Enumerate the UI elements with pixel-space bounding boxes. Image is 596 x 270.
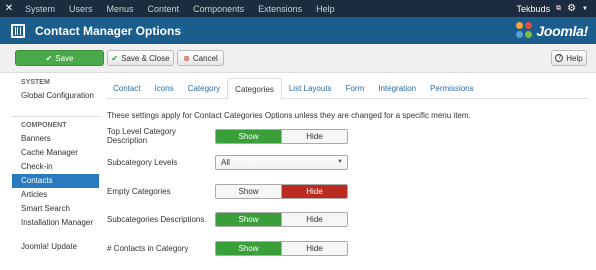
menu-users[interactable]: Users bbox=[62, 4, 100, 14]
tab-categories[interactable]: Categories bbox=[227, 78, 282, 100]
field-label: Subcategories Descriptions bbox=[107, 214, 205, 224]
sidebar-item-contacts[interactable]: Contacts bbox=[12, 174, 99, 188]
field-label: Empty Categories bbox=[107, 186, 171, 196]
save-close-button[interactable]: ✔ Save & Close bbox=[107, 50, 174, 66]
sidebar: SYSTEM Global Configuration COMPONENT Ba… bbox=[12, 77, 99, 254]
save-label: Save bbox=[55, 53, 74, 63]
select-value: All bbox=[221, 157, 230, 167]
hide-option[interactable]: Hide bbox=[281, 129, 347, 143]
sidebar-item-installation-manager[interactable]: Installation Manager bbox=[12, 216, 99, 240]
show-hide-toggle: Show Hide bbox=[215, 240, 348, 256]
site-link[interactable]: Tekbuds bbox=[517, 4, 551, 14]
tab-description: These settings apply for Contact Categor… bbox=[107, 111, 471, 120]
tab-form[interactable]: Form bbox=[339, 78, 372, 99]
field-top-level-description: Top Level Category Description Show Hide bbox=[107, 127, 348, 145]
external-link-icon[interactable]: ⧉ bbox=[556, 5, 561, 13]
tab-integration[interactable]: Integration bbox=[371, 78, 423, 99]
field-subcategory-levels: Subcategory Levels All ▼ bbox=[107, 154, 348, 170]
page-header: Contact Manager Options Joomla! bbox=[0, 17, 596, 44]
field-label: Subcategory Levels bbox=[107, 157, 178, 167]
menu-help[interactable]: Help bbox=[309, 4, 342, 14]
menu-components[interactable]: Components bbox=[186, 4, 251, 14]
sidebar-divider bbox=[12, 116, 99, 117]
sidebar-item-joomla-update[interactable]: Joomla! Update bbox=[12, 240, 99, 254]
sidebar-heading-component: COMPONENT bbox=[21, 122, 67, 129]
hide-option[interactable]: Hide bbox=[281, 184, 347, 198]
joomla-logo-icon[interactable]: ✕ bbox=[0, 0, 18, 17]
cancel-label: Cancel bbox=[192, 53, 218, 63]
show-option[interactable]: Show bbox=[216, 212, 281, 226]
hide-option[interactable]: Hide bbox=[281, 212, 347, 226]
toolbar: ✔ Save ✔ Save & Close ⊗ Cancel ? Help bbox=[0, 44, 596, 73]
show-option[interactable]: Show bbox=[216, 241, 281, 255]
gear-icon[interactable]: ⚙ bbox=[567, 3, 576, 14]
field-label: Top Level Category Description bbox=[107, 127, 176, 145]
subcategory-levels-select[interactable]: All ▼ bbox=[215, 154, 348, 170]
show-option[interactable]: Show bbox=[216, 184, 281, 198]
show-option[interactable]: Show bbox=[216, 129, 281, 143]
sidebar-item-banners[interactable]: Banners bbox=[12, 132, 99, 146]
top-navbar: ✕ System Users Menus Content Components … bbox=[0, 0, 596, 17]
options-tabs: Contact Icons Category Categories List L… bbox=[106, 78, 588, 100]
chevron-down-icon[interactable]: ▼ bbox=[582, 6, 588, 12]
tab-category[interactable]: Category bbox=[181, 78, 227, 99]
check-icon: ✔ bbox=[111, 53, 119, 63]
show-hide-toggle: Show Hide bbox=[215, 183, 348, 199]
tab-permissions[interactable]: Permissions bbox=[423, 78, 481, 99]
cancel-button[interactable]: ⊗ Cancel bbox=[177, 50, 224, 66]
sidebar-heading-system: SYSTEM bbox=[21, 79, 50, 86]
save-button[interactable]: ✔ Save bbox=[15, 50, 104, 66]
joomla-brand: Joomla! bbox=[516, 22, 588, 40]
sidebar-item-smart-search[interactable]: Smart Search bbox=[12, 202, 99, 216]
equalizer-icon bbox=[11, 23, 25, 38]
field-label: # Contacts in Category bbox=[107, 243, 189, 253]
hide-option[interactable]: Hide bbox=[281, 241, 347, 255]
show-hide-toggle: Show Hide bbox=[215, 128, 348, 144]
joomla-mark-icon bbox=[516, 22, 534, 40]
help-button[interactable]: ? Help bbox=[551, 50, 587, 66]
menu-extensions[interactable]: Extensions bbox=[251, 4, 309, 14]
chevron-down-icon: ▼ bbox=[337, 159, 343, 165]
tab-contact[interactable]: Contact bbox=[106, 78, 148, 99]
sidebar-item-check-in[interactable]: Check-in bbox=[12, 160, 99, 174]
tab-icons[interactable]: Icons bbox=[148, 78, 181, 99]
sidebar-item-articles[interactable]: Articles bbox=[12, 188, 99, 202]
brand-text: Joomla! bbox=[536, 23, 588, 39]
sidebar-item-cache-manager[interactable]: Cache Manager bbox=[12, 146, 99, 160]
field-subcategories-descriptions: Subcategories Descriptions Show Hide bbox=[107, 211, 348, 227]
check-icon: ✔ bbox=[45, 53, 53, 63]
sidebar-item-global-configuration[interactable]: Global Configuration bbox=[12, 89, 99, 113]
field-empty-categories: Empty Categories Show Hide bbox=[107, 183, 348, 199]
menu-menus[interactable]: Menus bbox=[100, 4, 141, 14]
top-menu: System Users Menus Content Components Ex… bbox=[18, 4, 342, 14]
cancel-icon: ⊗ bbox=[183, 53, 190, 63]
field-contacts-in-category: # Contacts in Category Show Hide bbox=[107, 240, 348, 256]
menu-content[interactable]: Content bbox=[141, 4, 187, 14]
save-close-label: Save & Close bbox=[121, 53, 170, 63]
question-icon: ? bbox=[555, 54, 564, 62]
menu-system[interactable]: System bbox=[18, 4, 62, 14]
nav-right: Tekbuds ⧉ ⚙ ▼ bbox=[517, 3, 596, 14]
help-label: Help bbox=[566, 53, 583, 63]
tab-list-layouts[interactable]: List Layouts bbox=[282, 78, 339, 99]
show-hide-toggle: Show Hide bbox=[215, 211, 348, 227]
page-title: Contact Manager Options bbox=[35, 23, 182, 38]
